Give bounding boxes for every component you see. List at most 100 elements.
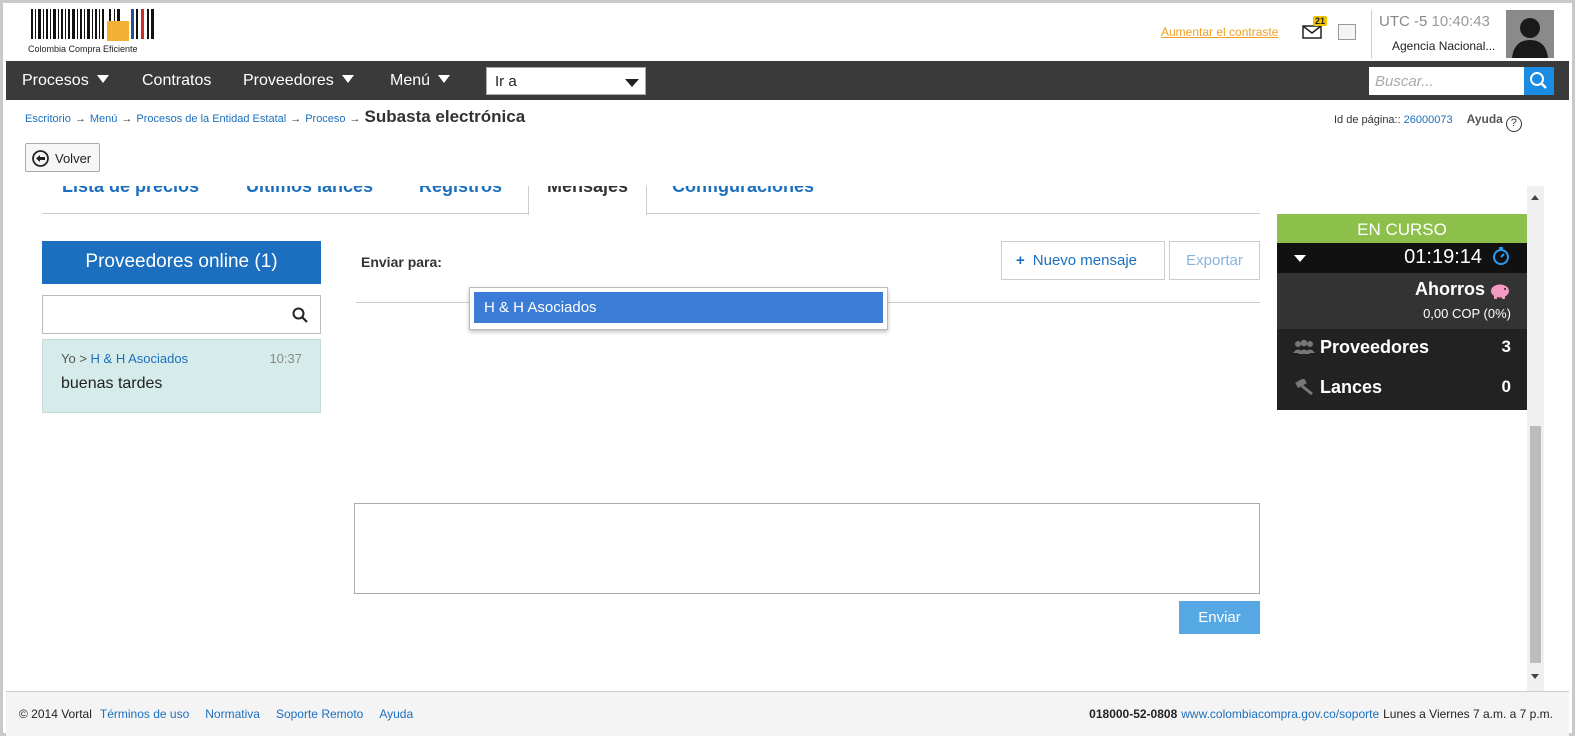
auction-status-panel: EN CURSO 01:19:14 Ahorros 0,00 COP (0%) — [1277, 214, 1527, 410]
timer-row: 01:19:14 — [1277, 243, 1527, 273]
search-placeholder: Buscar... — [1375, 73, 1434, 90]
savings-label: Ahorros — [1414, 279, 1485, 299]
plus-icon: + — [1016, 252, 1025, 269]
search-input[interactable]: Buscar... — [1369, 67, 1524, 95]
back-button[interactable]: Volver — [25, 143, 100, 172]
nav-proveedores[interactable]: Proveedores — [243, 72, 354, 90]
suppliers-label: Proveedores — [1320, 337, 1430, 357]
scroll-down-icon[interactable] — [1531, 674, 1539, 679]
send-button[interactable]: Enviar — [1179, 601, 1260, 634]
breadcrumb-menu[interactable]: Menú — [90, 113, 118, 125]
message-from: Yo — [61, 351, 76, 366]
send-to-label: Enviar para: — [361, 254, 442, 270]
stopwatch-icon — [1493, 247, 1509, 265]
message-text: buenas tardes — [61, 375, 163, 392]
normativa-link[interactable]: Normativa — [205, 707, 260, 721]
clock-display: UTC -5 10:40:43 — [1379, 13, 1490, 30]
tab-price-list[interactable]: Lista de precios — [62, 186, 199, 197]
nav-procesos[interactable]: Procesos — [22, 72, 109, 90]
search-icon[interactable] — [292, 307, 308, 323]
support-url-link[interactable]: www.colombiacompra.gov.co/soporte — [1181, 707, 1379, 721]
browser-frame: Colombia Compra Eficiente Aumentar el co… — [0, 0, 1575, 736]
message-sender: Yo > H & H Asociados — [61, 351, 189, 366]
page-id-value[interactable]: 26000073 — [1404, 114, 1453, 126]
timezone-label: UTC -5 — [1379, 13, 1428, 30]
barcode-logo-icon — [31, 9, 154, 41]
tab-last-bids[interactable]: Últimos lances — [246, 186, 373, 197]
support-hours: Lunes a Viernes 7 a.m. a 7 p.m. — [1383, 707, 1553, 721]
online-suppliers-search-input[interactable] — [42, 295, 321, 334]
colombia-compra-logo[interactable]: Colombia Compra Eficiente — [26, 9, 166, 57]
auction-timer: 01:19:14 — [1404, 246, 1482, 268]
arrow-right-icon: → — [121, 113, 133, 125]
header-divider — [1371, 10, 1372, 58]
back-button-label: Volver — [55, 151, 92, 166]
tab-bar: Lista de precios Últimos lances Registro… — [42, 186, 1260, 215]
recipient-option[interactable]: H & H Asociados — [474, 292, 883, 323]
nav-menu[interactable]: Menú — [390, 72, 451, 90]
message-to: H & H Asociados — [90, 351, 189, 366]
arrow-right-icon: → — [290, 113, 302, 125]
message-textarea[interactable] — [354, 503, 1260, 594]
nav-contratos[interactable]: Contratos — [142, 72, 211, 90]
mail-count-badge: 21 — [1313, 16, 1328, 26]
users-icon — [1293, 339, 1315, 354]
news-icon[interactable] — [1338, 24, 1356, 40]
savings-row: Ahorros 0,00 COP (0%) — [1277, 273, 1527, 329]
bids-label: Lances — [1320, 377, 1383, 397]
copyright: © 2014 Vortal — [19, 707, 92, 721]
page-title: Subasta electrónica — [364, 107, 526, 126]
piggy-bank-icon — [1491, 284, 1509, 299]
content-scrollbar[interactable] — [1527, 186, 1544, 691]
increase-contrast-link[interactable]: Aumentar el contraste — [1161, 25, 1278, 39]
gavel-icon — [1295, 379, 1313, 395]
online-suppliers-header[interactable]: Proveedores online (1) — [42, 241, 321, 284]
goto-select-value: Ir a — [495, 73, 517, 90]
scroll-up-icon[interactable] — [1531, 195, 1539, 200]
help-icon[interactable]: ? — [1505, 116, 1522, 132]
remote-support-link[interactable]: Soporte Remoto — [276, 707, 363, 721]
message-list-item[interactable]: Yo > H & H Asociados 10:37 buenas tardes — [42, 339, 321, 413]
terms-link[interactable]: Términos de uso — [100, 707, 189, 721]
footer-right: 018000-52-0808 www.colombiacompra.gov.co/… — [1089, 707, 1553, 721]
bids-count: 0 — [1501, 377, 1511, 396]
tab-records[interactable]: Registros — [419, 186, 502, 197]
tab-settings[interactable]: Configuraciones — [672, 186, 814, 197]
recipient-dropdown[interactable]: H & H Asociados — [469, 287, 888, 330]
new-message-button[interactable]: + Nuevo mensaje — [1001, 241, 1165, 280]
tab-messages[interactable]: Mensajes — [528, 186, 648, 215]
search-icon — [1530, 72, 1547, 89]
export-button[interactable]: Exportar — [1169, 241, 1260, 280]
savings-value: 0,00 COP (0%) — [1423, 306, 1511, 321]
arrow-left-circle-icon — [32, 150, 49, 167]
agency-name[interactable]: Agencia Nacional... — [1392, 39, 1495, 53]
caret-down-icon — [96, 75, 109, 83]
page-footer: © 2014 Vortal Términos de uso Normativa Sop… — [6, 691, 1569, 736]
breadcrumb-proceso[interactable]: Proceso — [305, 113, 345, 125]
caret-down-icon — [341, 75, 354, 83]
main-nav: Procesos Contratos Proveedores Menú Ir a… — [6, 61, 1569, 100]
auction-status-badge: EN CURSO — [1277, 214, 1527, 243]
breadcrumb-procesos[interactable]: Procesos de la Entidad Estatal — [136, 113, 286, 125]
nav-menu-label: Menú — [390, 72, 431, 89]
clock-time: 10:40:43 — [1431, 13, 1490, 30]
caret-down-icon — [625, 79, 639, 87]
caret-down-icon — [438, 75, 451, 83]
goto-select[interactable]: Ir a — [486, 67, 646, 95]
support-phone: 018000-52-0808 — [1089, 707, 1178, 721]
footer-help-link[interactable]: Ayuda — [379, 707, 413, 721]
search-button[interactable] — [1524, 67, 1554, 95]
caret-down-icon[interactable] — [1294, 255, 1306, 262]
breadcrumb-escritorio[interactable]: Escritorio — [25, 113, 71, 125]
user-avatar-icon[interactable] — [1506, 10, 1554, 58]
nav-proveedores-label: Proveedores — [243, 72, 334, 89]
page-id: Id de página:: 26000073 Ayuda? — [1334, 112, 1522, 132]
nav-contratos-label: Contratos — [142, 72, 212, 89]
bids-row: Lances 0 — [1277, 369, 1527, 407]
help-link[interactable]: Ayuda — [1467, 112, 1503, 126]
new-message-label: Nuevo mensaje — [1032, 252, 1137, 269]
nav-procesos-label: Procesos — [22, 72, 89, 89]
suppliers-row: Proveedores 3 — [1277, 329, 1527, 367]
scroll-thumb[interactable] — [1530, 426, 1541, 663]
top-header: Colombia Compra Eficiente Aumentar el co… — [6, 6, 1569, 61]
